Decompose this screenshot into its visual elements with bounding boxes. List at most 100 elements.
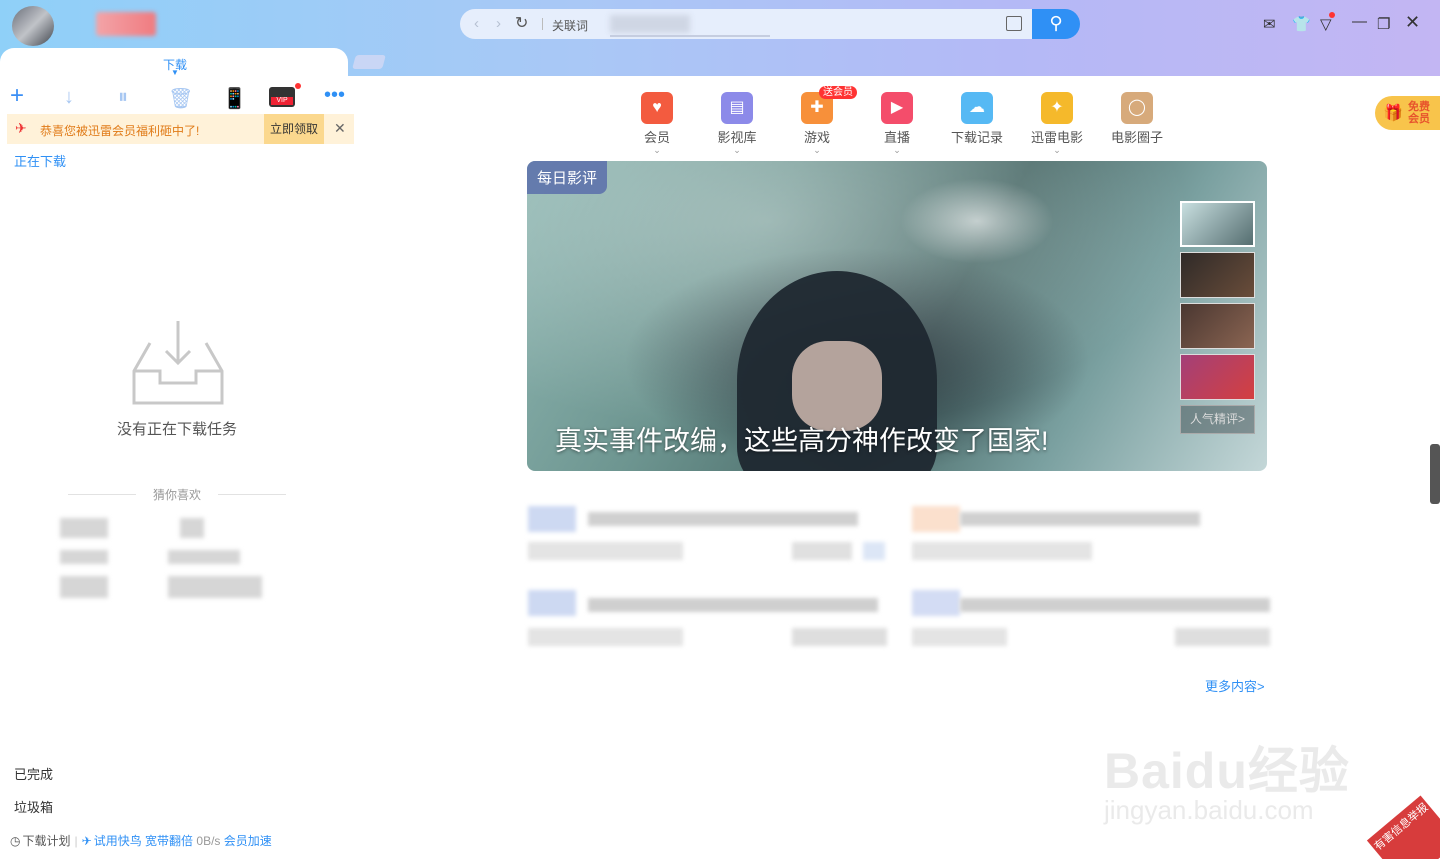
address-keyword-label: 关联词 [552,19,589,33]
delete-icon[interactable]: 🗑 [168,86,193,111]
bandwidth-double-link[interactable]: 宽带翻倍 [145,834,193,848]
pause-icon[interactable]: ⏸ [118,86,128,109]
thumbnail[interactable] [1180,303,1255,349]
phone-icon[interactable]: 📱 [222,86,247,111]
chevron-down-icon: ⌄ [653,145,661,155]
nav-item-vip[interactable]: ♥ 会员 ⌄ [625,92,689,155]
content-subtitle[interactable] [912,542,1092,560]
search-button[interactable]: ⚲ [1032,9,1080,39]
nav-item-xunlei-movie[interactable]: ✦ 迅雷电影 ⌄ [1025,92,1089,155]
page-icon[interactable] [1006,16,1022,31]
tab-new[interactable] [352,55,386,69]
claim-button[interactable]: 立即领取 [264,114,324,144]
forward-icon[interactable]: › [496,15,501,32]
recommendation-item[interactable] [60,576,108,598]
watermark-logo: Baidu经验 [1104,743,1350,799]
content-meta [863,542,885,560]
clock-icon: ◷ [10,834,21,848]
add-icon[interactable]: + [10,82,24,110]
download-menu-icon[interactable]: ▽ [1320,12,1335,33]
restore-icon[interactable]: ❐ [1377,15,1390,33]
thumbnail[interactable] [1180,201,1255,247]
thumbnail[interactable] [1180,252,1255,298]
hero-face [792,341,882,431]
empty-tray-icon [132,321,224,405]
recommendation-item[interactable] [60,550,108,564]
nav-label: 下载记录 [950,130,1003,145]
address-underline [610,35,770,37]
nav-item-live[interactable]: ▶ 直播 ⌄ [865,92,929,155]
content-subtitle[interactable] [528,542,683,560]
recommendation-item[interactable] [168,550,240,564]
download-panel: + ↓ ⏸ 🗑 📱 VIP ••• ✈ 恭喜您被迅雷会员福利砸中了! 立即领取 … [0,76,360,859]
close-banner-icon[interactable]: ✕ [334,120,346,137]
side-scroll-handle[interactable] [1430,444,1440,504]
trash-category[interactable]: 垃圾箱 [14,797,53,816]
divider [218,494,286,495]
back-icon[interactable]: ‹ [474,15,479,32]
reload-icon[interactable]: ↻ [515,13,528,33]
content-thumb[interactable] [912,590,960,616]
more-content-link[interactable]: 更多内容> [1205,676,1265,695]
nav-item-film-library[interactable]: ▤ 影视库 ⌄ [705,92,769,155]
content-thumb[interactable] [528,590,576,616]
minimize-icon[interactable]: — [1352,13,1367,30]
nav-label: 电影圈子 [1110,130,1163,145]
tab-download[interactable]: 下载 ▼ [0,48,348,78]
report-badge[interactable]: 有害信息举报 [1366,795,1440,859]
content-meta [792,542,852,560]
skin-icon[interactable]: 👕 [1292,15,1311,33]
username-blurred[interactable] [96,12,156,36]
chevron-down-icon: ⌄ [893,145,901,155]
notification-dot [1328,12,1335,18]
content-meta [1175,628,1270,646]
address-text-blurred[interactable] [610,15,690,33]
completed-category[interactable]: 已完成 [14,764,53,783]
start-icon[interactable]: ↓ [64,86,74,109]
content-title[interactable] [960,512,1200,526]
nav-label: 迅雷电影 [1030,130,1083,145]
recommendation-item[interactable] [168,576,262,598]
downloading-category[interactable]: 正在下载 [14,151,66,170]
content-title[interactable] [588,512,858,526]
content-thumb[interactable] [528,506,576,532]
content-subtitle[interactable] [912,628,1007,646]
recommendation-item[interactable] [60,518,108,538]
featured-review-banner[interactable]: 每日影评 真实事件改编，这些高分神作改变了国家! 人气精评> [527,161,1267,471]
nav-item-game[interactable]: ✚ 送会员 游戏 ⌄ [785,86,857,155]
nav-item-download-record[interactable]: ☁ 下载记录 [945,92,1009,146]
movie-icon: ✦ [1041,92,1073,124]
nav-label: 游戏 [803,130,830,145]
nav-item-movie-circle[interactable]: ◯ 电影圈子 [1105,92,1169,146]
more-reviews-button[interactable]: 人气精评> [1180,405,1255,434]
download-plan-link[interactable]: 下载计划 [22,834,70,848]
recommendation-header: 猜你喜欢 [68,486,286,504]
more-icon[interactable]: ••• [324,84,345,107]
hero-title[interactable]: 真实事件改编，这些高分神作改变了国家! [555,419,1049,458]
close-icon[interactable]: ✕ [1405,12,1420,33]
gift-icon: 🎁 [1383,105,1403,122]
nav-label: 直播 [883,130,910,145]
content-title[interactable] [588,598,878,612]
vip-icon: ♥ [641,92,673,124]
mail-icon[interactable]: ✉ [1263,15,1276,33]
content-title[interactable] [960,598,1270,612]
free-vip-button[interactable]: 🎁 免费会员 [1375,96,1440,130]
watermark-url: jingyan.baidu.com [1104,795,1314,825]
trial-kuainiao-link[interactable]: 试用快鸟 [94,834,142,848]
status-footer: ◷ 下载计划 | ✈ 试用快鸟 宽带翻倍 0B/s 会员加速 [10,832,272,849]
address-bar[interactable]: ‹ › ↻ 关联词 [460,9,1032,39]
search-icon: ⚲ [1049,13,1063,33]
vip-icon[interactable]: VIP [269,83,301,107]
vip-accel-link[interactable]: 会员加速 [224,834,272,848]
nav-label: 会员 [643,130,670,145]
content-thumb[interactable] [912,506,960,532]
recommendation-item[interactable] [180,518,204,538]
chevron-down-icon: ⌄ [813,145,821,155]
content-subtitle[interactable] [528,628,683,646]
vip-promo-banner: ✈ 恭喜您被迅雷会员福利砸中了! 立即领取 ✕ [7,114,354,144]
user-avatar[interactable] [12,6,54,46]
download-speed: 0B/s [196,834,221,848]
chevron-down-icon: ⌄ [1053,145,1061,155]
thumbnail[interactable] [1180,354,1255,400]
